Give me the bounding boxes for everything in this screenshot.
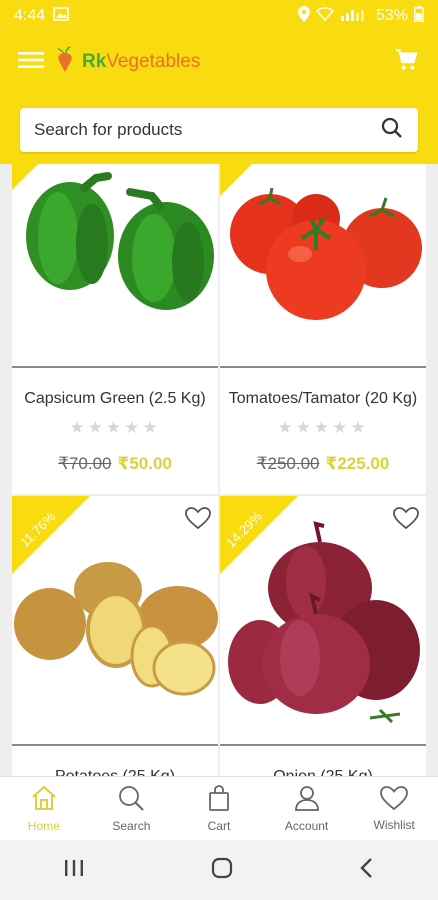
search-section	[0, 92, 438, 164]
product-card[interactable]: 14.29% Onion (25 Kg)	[220, 496, 426, 776]
product-name: Tomatoes/Tamator (20 Kg)	[228, 390, 418, 407]
card-divider	[220, 744, 426, 746]
status-time: 4:44	[14, 7, 46, 24]
bottom-navigation: Home Search Cart Account Wishlist	[0, 776, 438, 840]
nav-home-label: Home	[27, 819, 60, 833]
signal-icon	[340, 7, 370, 26]
nav-search[interactable]: Search	[88, 777, 176, 840]
nav-wishlist-label: Wishlist	[373, 818, 415, 832]
status-bar: 4:44 53%	[0, 0, 438, 32]
search-icon	[117, 784, 145, 815]
nav-account[interactable]: Account	[263, 777, 351, 840]
home-button-icon[interactable]	[210, 856, 234, 885]
product-card[interactable]: Capsicum Green (2.5 Kg) ★★★★★ ₹70.00 ₹50.…	[12, 164, 218, 494]
image-notification-icon	[53, 6, 69, 26]
nav-search-label: Search	[112, 819, 151, 833]
app-name-rk: Rk	[82, 51, 107, 72]
product-price: ₹250.00 ₹225.00	[220, 454, 426, 474]
heart-icon	[379, 785, 409, 814]
search-bar[interactable]	[20, 108, 418, 152]
app-name-vegetables: Vegetables	[106, 51, 201, 72]
location-icon	[297, 5, 310, 27]
heart-icon[interactable]	[392, 506, 420, 535]
bag-icon	[205, 784, 233, 815]
card-divider	[220, 366, 426, 368]
wifi-icon	[315, 6, 334, 26]
original-price: ₹250.00	[256, 454, 320, 473]
product-card[interactable]: 11.76% Potatoes (25 Kg)	[12, 496, 218, 776]
person-icon	[293, 784, 321, 815]
menu-icon[interactable]	[18, 50, 44, 75]
discount-ribbon	[12, 164, 44, 195]
product-name: Onion (25 Kg)	[220, 768, 426, 776]
battery-level: 53%	[375, 7, 408, 24]
heart-icon[interactable]	[184, 506, 212, 535]
nav-cart[interactable]: Cart	[175, 777, 263, 840]
nav-wishlist[interactable]: Wishlist	[350, 777, 438, 840]
recent-apps-icon[interactable]	[63, 858, 85, 883]
rating-stars: ★★★★★	[69, 418, 161, 437]
sale-price: ₹50.00	[117, 454, 172, 473]
nav-cart-label: Cart	[207, 819, 231, 833]
product-price: ₹70.00 ₹50.00	[12, 454, 218, 474]
discount-ribbon: 11.76%	[12, 496, 90, 579]
search-input[interactable]	[34, 120, 380, 140]
app-logo: RkVegetables	[54, 45, 200, 79]
app-bar: RkVegetables	[0, 32, 438, 92]
nav-home[interactable]: Home	[0, 777, 88, 840]
home-icon	[30, 784, 58, 815]
product-name: Capsicum Green (2.5 Kg)	[24, 390, 206, 407]
discount-ribbon: 14.29%	[220, 496, 298, 579]
back-icon[interactable]	[359, 857, 375, 884]
discount-ribbon	[220, 164, 258, 201]
cart-icon[interactable]	[394, 47, 420, 78]
battery-icon	[414, 5, 424, 27]
rating-stars: ★★★★★	[277, 418, 369, 437]
nav-account-label: Account	[284, 819, 329, 833]
carrot-logo-icon	[54, 45, 76, 79]
system-navigation-bar	[0, 840, 438, 900]
product-name: Potatoes (25 Kg)	[12, 768, 218, 776]
search-icon[interactable]	[380, 116, 404, 145]
sale-price: ₹225.00	[325, 454, 390, 473]
card-divider	[12, 366, 218, 368]
product-card[interactable]: Tomatoes/Tamator (20 Kg) ★★★★★ ₹250.00 ₹2…	[220, 164, 426, 494]
card-divider	[12, 744, 218, 746]
original-price: ₹70.00	[58, 454, 112, 473]
product-grid: Capsicum Green (2.5 Kg) ★★★★★ ₹70.00 ₹50.…	[12, 164, 426, 776]
